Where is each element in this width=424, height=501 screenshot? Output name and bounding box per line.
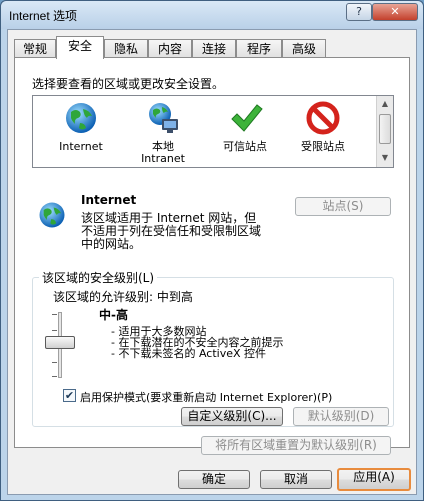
zone-trusted-sites[interactable]: 可信站点 [207,100,283,153]
tab-advanced[interactable]: 高级 [282,39,326,58]
tab-programs[interactable]: 程序 [236,39,282,58]
zone-internet[interactable]: Internet [43,100,119,153]
globe-icon [66,103,96,133]
security-tab-panel: 选择要查看的区域或更改安全设置。 Internet 本地 Intranet 可信… [14,57,410,455]
cancel-button[interactable]: 取消 [260,470,332,489]
slider-tick [52,362,57,363]
restricted-icon [306,101,340,135]
ok-button[interactable]: 确定 [178,470,250,489]
selected-zone-description: 该区域适用于 Internet 网站，但 不适用于列在受信任和受限制区域 中的网… [81,211,262,251]
protected-mode-label: 启用保护模式(要求重新启动 Internet Explorer)(P) [80,391,333,404]
intranet-globe-icon [149,103,178,133]
internet-options-window: Internet 选项 ? ✕ 常规 安全 隐私 内容 连接 程序 高级 选择要… [0,0,424,501]
zone-restricted-sites-label: 受限站点 [301,140,345,153]
reset-all-zones-button[interactable]: 将所有区域重置为默认级别(R) [201,436,391,455]
selected-zone-globe-icon [39,202,65,228]
window-title: Internet 选项 [9,9,78,23]
level-bullet-3: - 不下载未签名的 ActiveX 控件 [111,347,267,360]
protected-mode-checkbox[interactable]: ✔ [63,389,76,402]
apply-button[interactable]: 应用(A) [337,468,411,491]
scroll-up-arrow-icon[interactable]: ▲ [377,96,393,112]
allowed-level-text: 该区域的允许级别: 中到高 [53,290,193,304]
tab-privacy[interactable]: 隐私 [104,39,148,58]
tab-general[interactable]: 常规 [14,39,56,58]
zone-list: Internet 本地 Intranet 可信站点 受限站点 ▲ ▼ [32,95,394,168]
title-bar[interactable]: Internet 选项 ? ✕ [1,1,423,29]
zone-list-scrollbar[interactable]: ▲ ▼ [376,96,393,167]
slider-tick [52,330,57,331]
checkmark-icon [231,104,263,132]
zone-local-intranet-label: 本地 Intranet [141,140,185,165]
scroll-down-arrow-icon[interactable]: ▼ [377,150,393,166]
tab-connections[interactable]: 连接 [192,39,236,58]
security-level-name: 中-高 [99,308,128,322]
security-slider-thumb[interactable] [45,336,75,349]
close-button[interactable]: ✕ [372,3,418,21]
default-level-button[interactable]: 默认级别(D) [293,407,389,426]
custom-level-button[interactable]: 自定义级别(C)... [181,407,283,426]
zone-restricted-sites[interactable]: 受限站点 [285,100,361,153]
zone-trusted-sites-label: 可信站点 [223,140,267,153]
slider-tick [52,314,57,315]
dialog-client: 常规 安全 隐私 内容 连接 程序 高级 选择要查看的区域或更改安全设置。 In… [7,29,417,495]
tab-content[interactable]: 内容 [148,39,192,58]
help-button[interactable]: ? [346,3,372,21]
tab-security[interactable]: 安全 [56,36,104,59]
security-level-group-title: 该区域的安全级别(L) [39,269,158,286]
zone-internet-label: Internet [59,140,103,153]
slider-tick [52,376,57,377]
sites-button[interactable]: 站点(S) [295,197,391,216]
scroll-thumb[interactable] [379,114,391,144]
zone-local-intranet[interactable]: 本地 Intranet [125,100,201,165]
zone-prompt: 选择要查看的区域或更改安全设置。 [32,77,225,91]
selected-zone-name: Internet [81,193,137,207]
